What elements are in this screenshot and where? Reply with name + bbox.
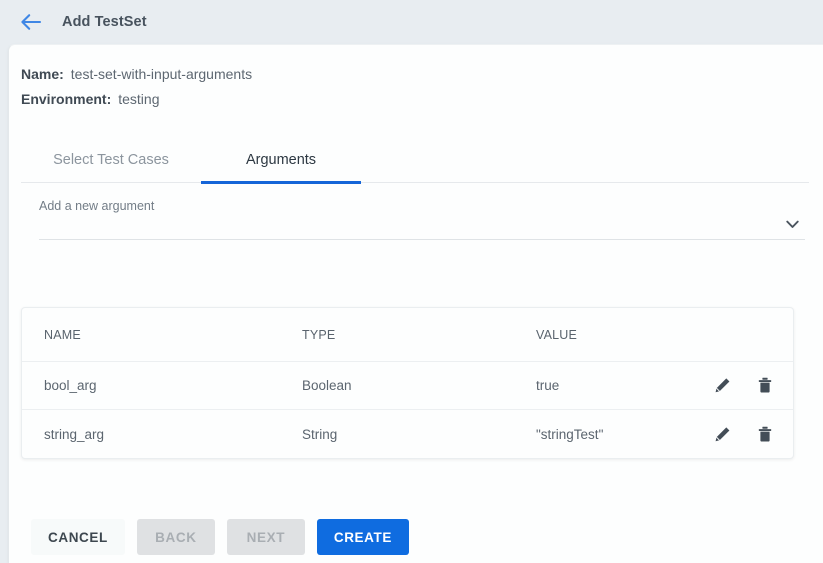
meta-row-environment: Environment: testing xyxy=(21,91,823,107)
tab-arguments-label: Arguments xyxy=(246,152,316,168)
next-button[interactable]: NEXT xyxy=(227,519,305,555)
environment-value: testing xyxy=(118,91,159,107)
meta-row-name: Name: test-set-with-input-arguments xyxy=(21,66,823,82)
table-header-row: NAME TYPE VALUE xyxy=(22,308,793,362)
column-header-name: NAME xyxy=(22,328,302,342)
pencil-icon[interactable] xyxy=(712,376,732,396)
add-argument-select[interactable] xyxy=(39,239,805,240)
cell-name: string_arg xyxy=(22,427,302,442)
column-header-type: TYPE xyxy=(302,328,536,342)
cell-name: bool_arg xyxy=(22,378,302,393)
content-card: Name: test-set-with-input-arguments Envi… xyxy=(8,44,823,563)
back-button[interactable]: BACK xyxy=(137,519,215,555)
trash-icon[interactable] xyxy=(755,376,775,396)
tab-arguments[interactable]: Arguments xyxy=(201,137,361,183)
chevron-down-icon[interactable] xyxy=(783,215,801,233)
cell-type: String xyxy=(302,427,536,442)
add-argument-label: Add a new argument xyxy=(39,199,805,213)
cancel-button[interactable]: CANCEL xyxy=(31,519,125,555)
table-row: bool_arg Boolean true xyxy=(22,362,793,410)
back-arrow-icon[interactable] xyxy=(18,9,44,35)
environment-label: Environment: xyxy=(21,91,111,107)
arguments-table: NAME TYPE VALUE bool_arg Boolean true xyxy=(21,307,794,459)
app-header: Add TestSet xyxy=(0,0,823,44)
cell-type: Boolean xyxy=(302,378,536,393)
testset-meta: Name: test-set-with-input-arguments Envi… xyxy=(9,45,823,107)
wizard-footer: CANCEL BACK NEXT CREATE xyxy=(31,519,409,555)
page-title: Add TestSet xyxy=(62,14,147,30)
create-button[interactable]: CREATE xyxy=(317,519,409,555)
pencil-icon[interactable] xyxy=(712,424,732,444)
row-actions xyxy=(696,376,793,396)
cell-value: "stringTest" xyxy=(536,427,696,442)
cell-value: true xyxy=(536,378,696,393)
tab-bar: Select Test Cases Arguments xyxy=(21,137,809,183)
table-row: string_arg String "stringTest" xyxy=(22,410,793,458)
tab-select-test-cases-label: Select Test Cases xyxy=(53,152,169,168)
tab-select-test-cases[interactable]: Select Test Cases xyxy=(31,137,191,183)
name-value: test-set-with-input-arguments xyxy=(71,66,252,82)
add-argument-block: Add a new argument xyxy=(39,199,805,240)
name-label: Name: xyxy=(21,66,64,82)
column-header-value: VALUE xyxy=(536,328,696,342)
trash-icon[interactable] xyxy=(755,424,775,444)
row-actions xyxy=(696,424,793,444)
